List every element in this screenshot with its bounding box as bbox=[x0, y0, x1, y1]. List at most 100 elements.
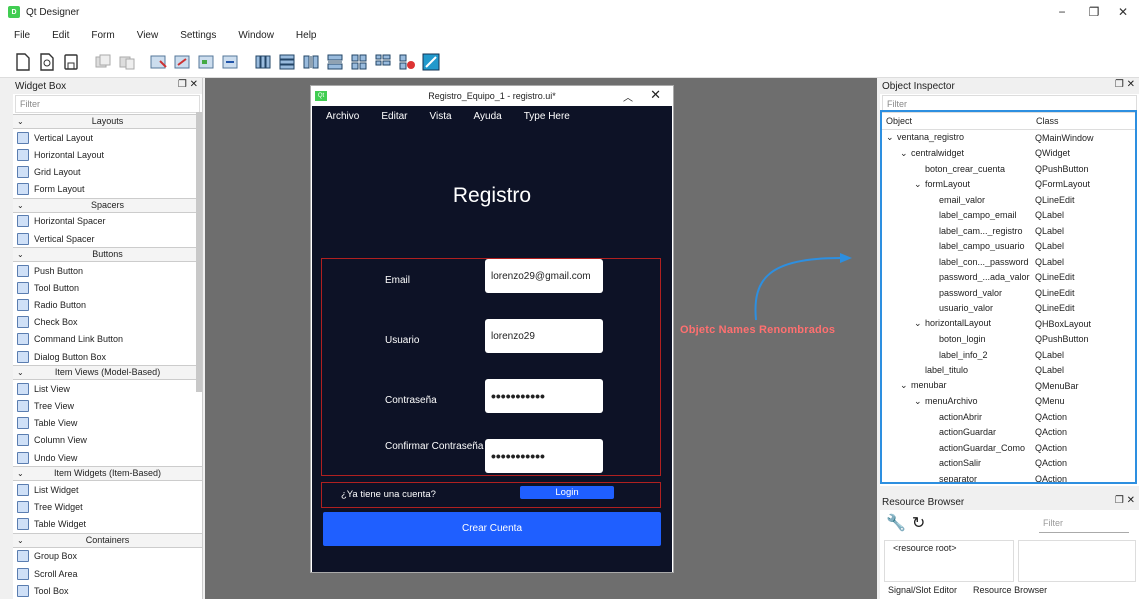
widget-category-header[interactable]: ⌄ Spacers bbox=[13, 197, 202, 213]
tab-resource-browser[interactable]: Resource Browser bbox=[965, 583, 1056, 599]
chevron-down-icon[interactable]: ⌄ bbox=[17, 366, 24, 379]
widget-item[interactable]: Table Widget bbox=[13, 516, 202, 533]
widget-item[interactable]: Horizontal Layout bbox=[13, 146, 202, 163]
widget-item[interactable]: Command Link Button bbox=[13, 331, 202, 348]
form-menu-vista[interactable]: Vista bbox=[429, 111, 451, 122]
chevron-down-icon[interactable]: ⌄ bbox=[17, 199, 24, 212]
widget-item[interactable]: Radio Button bbox=[13, 297, 202, 314]
expand-chevron-icon[interactable]: ⌄ bbox=[900, 148, 911, 159]
login-button[interactable]: Login bbox=[520, 486, 614, 499]
expand-chevron-icon[interactable]: ⌄ bbox=[900, 380, 911, 391]
chevron-down-icon[interactable]: ⌄ bbox=[17, 467, 24, 480]
menu-form[interactable]: Form bbox=[91, 30, 114, 41]
object-tree-row[interactable]: label_con..._password QLabel bbox=[882, 254, 1135, 270]
expand-chevron-icon[interactable]: ⌄ bbox=[914, 179, 925, 190]
object-tree-row[interactable]: separator QAction bbox=[882, 471, 1135, 482]
widget-item[interactable]: Tree Widget bbox=[13, 498, 202, 515]
object-tree-row[interactable]: label_cam..._registro QLabel bbox=[882, 223, 1135, 239]
widget-item[interactable]: List Widget bbox=[13, 481, 202, 498]
form-menu-archivo[interactable]: Archivo bbox=[326, 111, 359, 122]
object-tree-row[interactable]: label_info_2 QLabel bbox=[882, 347, 1135, 363]
object-tree-row[interactable]: usuario_valor QLineEdit bbox=[882, 301, 1135, 317]
save-icon[interactable] bbox=[62, 53, 80, 71]
widget-item[interactable]: Tree View bbox=[13, 397, 202, 414]
close-icon[interactable]: ✕ bbox=[1107, 3, 1139, 21]
minimize-icon[interactable]: − bbox=[1046, 3, 1078, 21]
form-chevron-up-icon[interactable]: ︿ bbox=[623, 89, 633, 104]
edit-widgets-icon[interactable] bbox=[150, 53, 168, 71]
object-tree-row[interactable]: ⌄ centralwidget QWidget bbox=[882, 146, 1135, 162]
object-tree-row[interactable]: label_titulo QLabel bbox=[882, 363, 1135, 379]
widget-item[interactable]: Tool Box bbox=[13, 582, 202, 599]
widget-item[interactable]: Push Button bbox=[13, 262, 202, 279]
widget-item[interactable]: Vertical Layout bbox=[13, 129, 202, 146]
menu-file[interactable]: File bbox=[14, 30, 30, 41]
widget-item[interactable]: Table View bbox=[13, 415, 202, 432]
object-tree-row[interactable]: label_campo_email QLabel bbox=[882, 208, 1135, 224]
menu-settings[interactable]: Settings bbox=[180, 30, 216, 41]
layout-vertical-icon[interactable] bbox=[278, 53, 296, 71]
expand-chevron-icon[interactable]: ⌄ bbox=[914, 318, 925, 329]
object-tree-row[interactable]: actionGuardar QAction bbox=[882, 425, 1135, 441]
form-menu-type-here[interactable]: Type Here bbox=[524, 111, 570, 122]
edit-resources-icon[interactable]: 🔧 bbox=[886, 513, 906, 533]
confirm-password-input[interactable]: ••••••••••• bbox=[485, 439, 603, 473]
paste-icon[interactable] bbox=[118, 53, 136, 71]
form-window[interactable]: Qt Registro_Equipo_1 - registro.ui* ︿ ✕ … bbox=[310, 85, 674, 573]
break-layout-icon[interactable] bbox=[398, 53, 416, 71]
open-file-icon[interactable] bbox=[38, 52, 56, 71]
object-tree-row[interactable]: ⌄ horizontalLayout QHBoxLayout bbox=[882, 316, 1135, 332]
object-tree-row[interactable]: actionAbrir QAction bbox=[882, 409, 1135, 425]
widget-item[interactable]: Check Box bbox=[13, 314, 202, 331]
column-object-header[interactable]: Object bbox=[882, 112, 1032, 129]
widget-category-header[interactable]: ⌄ Layouts bbox=[13, 114, 202, 129]
edit-buddies-icon[interactable] bbox=[198, 53, 216, 71]
form-menu-editar[interactable]: Editar bbox=[381, 111, 407, 122]
form-close-icon[interactable]: ✕ bbox=[650, 87, 661, 103]
widget-item[interactable]: Group Box bbox=[13, 548, 202, 565]
expand-chevron-icon[interactable]: ⌄ bbox=[914, 396, 925, 407]
object-tree-row[interactable]: password_valor QLineEdit bbox=[882, 285, 1135, 301]
expand-chevron-icon[interactable]: ⌄ bbox=[886, 132, 897, 143]
adjust-size-icon[interactable] bbox=[422, 53, 440, 71]
menu-help[interactable]: Help bbox=[296, 30, 317, 41]
widget-item[interactable]: Vertical Spacer bbox=[13, 230, 202, 247]
object-tree-row[interactable]: boton_login QPushButton bbox=[882, 332, 1135, 348]
resource-filter-input[interactable]: Filter bbox=[1039, 515, 1129, 533]
tab-signal-slot-editor[interactable]: Signal/Slot Editor bbox=[880, 583, 965, 599]
column-class-header[interactable]: Class bbox=[1032, 112, 1059, 129]
widget-item[interactable]: Form Layout bbox=[13, 181, 202, 198]
layout-v-splitter-icon[interactable] bbox=[326, 53, 344, 71]
object-tree-row[interactable]: ⌄ menuArchivo QMenu bbox=[882, 394, 1135, 410]
menu-view[interactable]: View bbox=[137, 30, 159, 41]
chevron-down-icon[interactable]: ⌄ bbox=[17, 115, 24, 128]
widget-category-header[interactable]: ⌄ Item Widgets (Item-Based) bbox=[13, 466, 202, 482]
widget-item[interactable]: Tool Button bbox=[13, 279, 202, 296]
menu-edit[interactable]: Edit bbox=[52, 30, 69, 41]
widget-item[interactable]: List View bbox=[13, 380, 202, 397]
widget-box-filter-input[interactable]: Filter bbox=[15, 95, 200, 113]
resource-root-item[interactable]: <resource root> bbox=[884, 540, 1014, 582]
password-input[interactable]: ••••••••••• bbox=[485, 379, 603, 413]
object-tree-row[interactable]: email_valor QLineEdit bbox=[882, 192, 1135, 208]
new-file-icon[interactable] bbox=[14, 52, 32, 71]
form-layout[interactable]: Email lorenzo29@gmail.com Usuario lorenz… bbox=[321, 258, 661, 476]
widget-item[interactable]: Scroll Area bbox=[13, 565, 202, 582]
chevron-down-icon[interactable]: ⌄ bbox=[17, 534, 24, 547]
object-tree-row[interactable]: actionSalir QAction bbox=[882, 456, 1135, 472]
widget-item[interactable]: Horizontal Spacer bbox=[13, 213, 202, 230]
edit-tab-order-icon[interactable] bbox=[222, 53, 240, 71]
create-account-button[interactable]: Crear Cuenta bbox=[323, 512, 661, 546]
widget-category-header[interactable]: ⌄ Containers bbox=[13, 532, 202, 548]
layout-horizontal-icon[interactable] bbox=[254, 53, 272, 71]
widget-category-header[interactable]: ⌄ Buttons bbox=[13, 247, 202, 263]
object-tree-row[interactable]: actionGuardar_Como QAction bbox=[882, 440, 1135, 456]
widget-item[interactable]: Grid Layout bbox=[13, 163, 202, 180]
menu-window[interactable]: Window bbox=[238, 30, 274, 41]
form-menu-ayuda[interactable]: Ayuda bbox=[474, 111, 502, 122]
layout-grid-icon[interactable] bbox=[350, 53, 368, 71]
widget-item[interactable]: Dialog Button Box bbox=[13, 348, 202, 365]
widget-item[interactable]: Column View bbox=[13, 432, 202, 449]
reload-icon[interactable]: ↻ bbox=[912, 513, 925, 533]
dock-float-close-icons[interactable]: ❐ ✕ bbox=[1115, 79, 1135, 90]
